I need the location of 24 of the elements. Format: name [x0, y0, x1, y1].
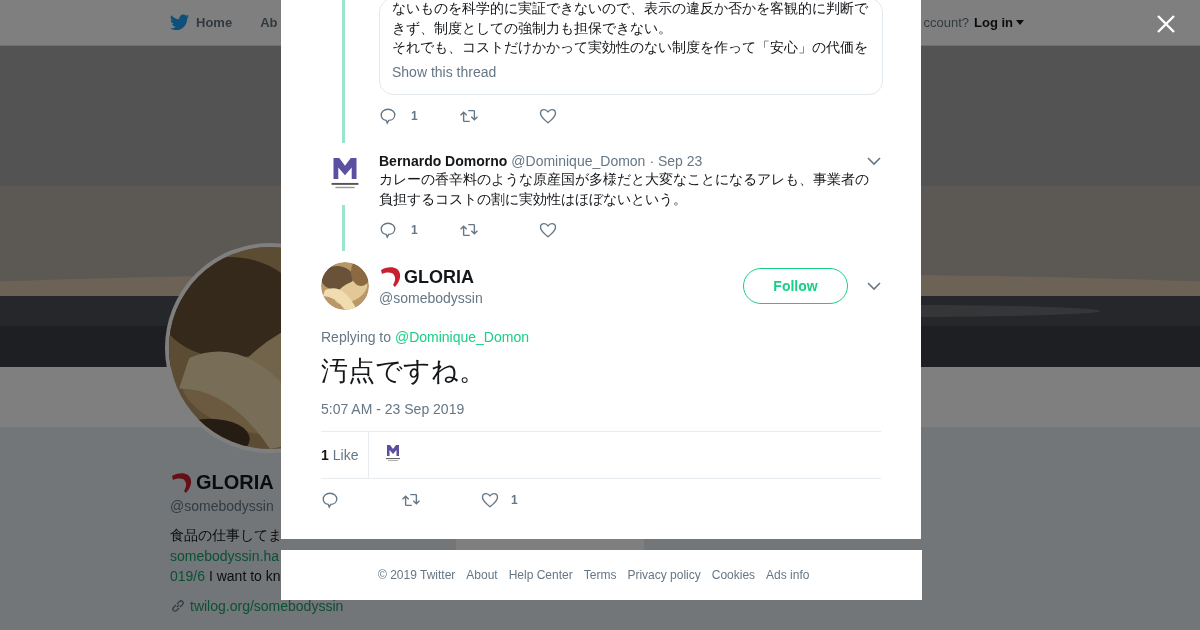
nav-link[interactable]: Ab — [260, 15, 278, 30]
caret-icon — [1016, 20, 1024, 25]
footer-link[interactable]: About — [466, 568, 498, 582]
like-count: 1 — [511, 493, 518, 507]
bio-text: I want to kn — [208, 568, 281, 584]
footer-link[interactable]: Terms — [583, 568, 617, 582]
footer-link[interactable]: Help Center — [508, 568, 573, 582]
retweet-icon[interactable] — [401, 491, 421, 509]
profile-bio: 食品の仕事してま — [170, 527, 282, 545]
login-link[interactable]: Log in — [974, 15, 1024, 30]
quoted-text: ないものを科学的に実証できないので、表示の違反か否かを客観的に判断できず、制度としての強制力も担保できない。 — [392, 0, 869, 38]
footer-link[interactable]: Privacy policy — [627, 568, 701, 582]
link-icon — [170, 598, 186, 614]
footer-link[interactable]: Ads info — [766, 568, 810, 582]
heart-icon[interactable] — [481, 491, 499, 509]
account-prompt: ccount? — [923, 15, 969, 30]
footer-link[interactable]: © 2019 Twitter — [378, 568, 456, 582]
home-link[interactable]: Home — [170, 14, 233, 31]
footer-link[interactable]: Cookies — [711, 568, 756, 582]
reply-icon[interactable] — [321, 491, 339, 509]
profile-name: GLORIA — [196, 471, 274, 494]
bird-icon — [170, 14, 190, 31]
close-icon[interactable] — [1157, 15, 1175, 33]
profile-handle: @somebodyssin — [170, 498, 274, 514]
